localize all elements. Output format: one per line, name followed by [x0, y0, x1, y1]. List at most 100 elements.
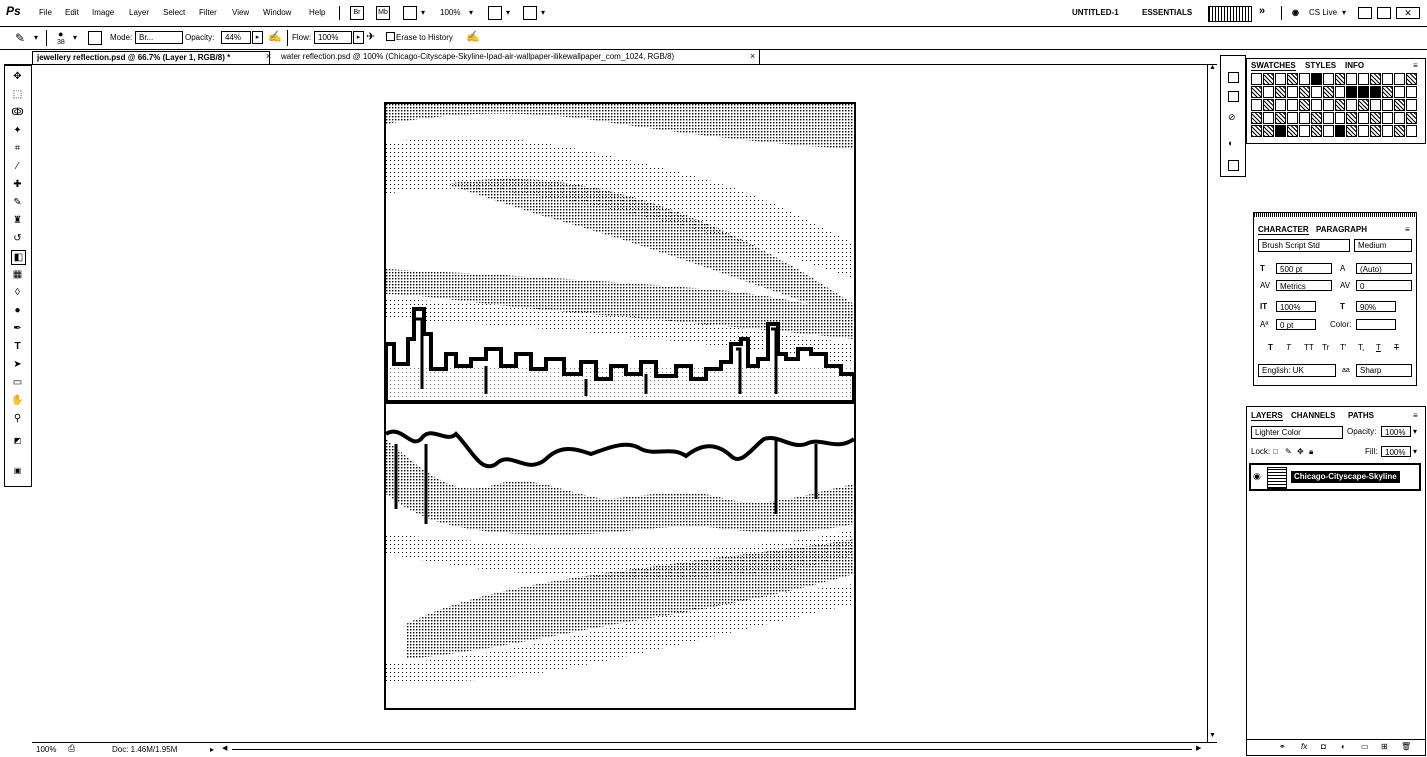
- eraser-tool-icon[interactable]: ◧: [11, 250, 26, 265]
- trash-icon[interactable]: 🗑︎: [1401, 741, 1411, 753]
- screen-mode-icon[interactable]: [523, 6, 537, 20]
- menu-view[interactable]: View: [232, 8, 249, 17]
- pen-tool-icon[interactable]: ✒: [11, 322, 24, 335]
- marquee-tool-icon[interactable]: ⬚: [11, 88, 24, 101]
- tab-paths[interactable]: PATHS: [1348, 411, 1374, 420]
- masks-panel-icon[interactable]: [1228, 160, 1239, 171]
- quick-select-icon[interactable]: ✦: [11, 124, 24, 137]
- restore-button[interactable]: [1377, 7, 1391, 19]
- scroll-left-arrow[interactable]: ◀: [222, 744, 227, 752]
- crop-tool-icon[interactable]: ⌗: [11, 142, 24, 155]
- menu-filter[interactable]: Filter: [199, 8, 217, 17]
- pressure-opacity-icon[interactable]: ✍: [268, 30, 282, 43]
- underline-button[interactable]: T: [1376, 342, 1381, 354]
- link-layers-icon[interactable]: ⚭: [1279, 741, 1286, 753]
- double-chevron-icon[interactable]: »: [1259, 5, 1265, 17]
- group-icon[interactable]: ▭: [1361, 741, 1369, 753]
- flow-slider-button[interactable]: ▸: [353, 31, 364, 44]
- close-button[interactable]: ✕: [1396, 7, 1420, 19]
- vertical-scale-input[interactable]: 100%: [1276, 301, 1316, 312]
- close-tab-icon[interactable]: ×: [750, 51, 755, 61]
- lock-transparent-icon[interactable]: □: [1273, 446, 1278, 458]
- vertical-scrollbar[interactable]: ▲ ▼: [1207, 64, 1218, 742]
- lock-paint-icon[interactable]: ✎: [1285, 446, 1292, 458]
- quick-mask-icon[interactable]: ▣: [11, 464, 24, 477]
- shape-tool-icon[interactable]: ▭: [11, 376, 24, 389]
- layer-opacity-input[interactable]: 100%: [1381, 426, 1411, 437]
- text-color-swatch[interactable]: [1356, 319, 1396, 330]
- menu-layer[interactable]: Layer: [129, 8, 149, 17]
- blend-mode-select[interactable]: Lighter Color: [1251, 426, 1343, 439]
- panel-menu-icon[interactable]: ≡: [1413, 61, 1418, 70]
- pressure-size-icon[interactable]: ✍: [466, 30, 480, 43]
- blur-tool-icon[interactable]: ◊: [11, 286, 24, 299]
- horizontal-scale-input[interactable]: 90%: [1356, 301, 1396, 312]
- opacity-slider-button[interactable]: ▸: [252, 31, 263, 44]
- tab-character[interactable]: CHARACTER: [1258, 225, 1309, 235]
- chevron-down-icon[interactable]: ▾: [34, 33, 38, 42]
- chevron-down-icon[interactable]: ▾: [541, 8, 545, 17]
- small-caps-button[interactable]: Tr: [1322, 342, 1329, 354]
- fill-input[interactable]: 100%: [1381, 446, 1411, 457]
- menu-edit[interactable]: Edit: [65, 8, 79, 17]
- menu-file[interactable]: File: [39, 8, 52, 17]
- subscript-button[interactable]: T,: [1358, 342, 1364, 354]
- lock-all-icon[interactable]: 🔒︎: [1309, 446, 1313, 458]
- chevron-down-icon[interactable]: ▾: [73, 33, 77, 42]
- language-select[interactable]: English: UK: [1258, 364, 1336, 377]
- antialias-select[interactable]: Sharp: [1356, 364, 1412, 377]
- tab-layers[interactable]: LAYERS: [1251, 411, 1283, 421]
- scroll-down-arrow[interactable]: ▼: [1209, 732, 1216, 739]
- adjustment-layer-icon[interactable]: ◐: [1341, 741, 1346, 753]
- zoom-level[interactable]: 100%: [440, 8, 460, 17]
- zoom-tool-icon[interactable]: ⚲: [11, 412, 24, 425]
- mini-bridge-icon[interactable]: Mb: [376, 6, 390, 20]
- close-tab-icon[interactable]: ×: [266, 51, 271, 61]
- history-panel-icon[interactable]: [1228, 72, 1239, 83]
- layer-row[interactable]: ◉ Chicago-Cityscape-Skyline: [1249, 463, 1421, 491]
- erase-history-checkbox[interactable]: [386, 32, 395, 41]
- chevron-down-icon[interactable]: ▾: [1342, 8, 1346, 17]
- tab-jewellery-reflection[interactable]: jewellery reflection.psd @ 66.7% (Layer …: [32, 51, 270, 64]
- eyedropper-icon[interactable]: ⁄: [11, 160, 24, 173]
- font-size-input[interactable]: 500 pt: [1276, 263, 1332, 274]
- scroll-up-arrow[interactable]: ▲: [1209, 64, 1216, 71]
- flow-input[interactable]: 100%: [314, 31, 352, 44]
- lasso-tool-icon[interactable]: ↂ: [11, 106, 24, 119]
- tab-channels[interactable]: CHANNELS: [1291, 411, 1335, 420]
- strikethrough-button[interactable]: T: [1394, 342, 1399, 354]
- add-mask-icon[interactable]: ◘: [1321, 741, 1326, 753]
- mode-select[interactable]: Br...: [135, 31, 183, 44]
- font-style-select[interactable]: Medium: [1354, 239, 1412, 252]
- new-layer-icon[interactable]: ⊞: [1381, 741, 1388, 753]
- chevron-down-icon[interactable]: ▾: [469, 8, 473, 17]
- superscript-button[interactable]: T': [1340, 342, 1346, 354]
- chevron-down-icon[interactable]: ▾: [506, 8, 510, 17]
- airbrush-icon[interactable]: ✈: [366, 30, 375, 43]
- document-canvas[interactable]: [384, 102, 856, 710]
- tracking-input[interactable]: 0: [1356, 280, 1412, 291]
- workspace-untitled[interactable]: UNTITLED-1: [1072, 8, 1119, 17]
- chevron-down-icon[interactable]: ▾: [421, 8, 425, 17]
- kerning-input[interactable]: Metrics: [1276, 280, 1332, 291]
- layer-name[interactable]: Chicago-Cityscape-Skyline: [1291, 471, 1400, 483]
- lock-move-icon[interactable]: ✥: [1297, 446, 1304, 458]
- panel-menu-icon[interactable]: ≡: [1405, 225, 1410, 234]
- brush-panel-icon[interactable]: [88, 31, 102, 45]
- faux-bold-button[interactable]: T: [1268, 342, 1273, 354]
- tab-paragraph[interactable]: PARAGRAPH: [1316, 225, 1367, 234]
- status-info-icon[interactable]: ⎙: [68, 743, 75, 754]
- tab-swatches[interactable]: SWATCHES: [1251, 61, 1296, 71]
- cs-live-icon[interactable]: ◉: [1292, 8, 1299, 17]
- tab-info[interactable]: INFO: [1345, 61, 1364, 70]
- menu-help[interactable]: Help: [309, 8, 325, 17]
- font-family-select[interactable]: Brush Script Std: [1258, 239, 1350, 252]
- actions-panel-icon[interactable]: [1228, 91, 1239, 102]
- move-tool-icon[interactable]: ✥: [11, 70, 24, 83]
- brush-tool-icon[interactable]: ✎: [11, 196, 24, 209]
- scroll-right-arrow[interactable]: ▶: [1196, 744, 1201, 752]
- bridge-icon[interactable]: Br: [350, 6, 364, 20]
- menu-image[interactable]: Image: [92, 8, 114, 17]
- horizontal-scrollbar[interactable]: [232, 749, 1192, 750]
- tab-styles[interactable]: STYLES: [1305, 61, 1336, 70]
